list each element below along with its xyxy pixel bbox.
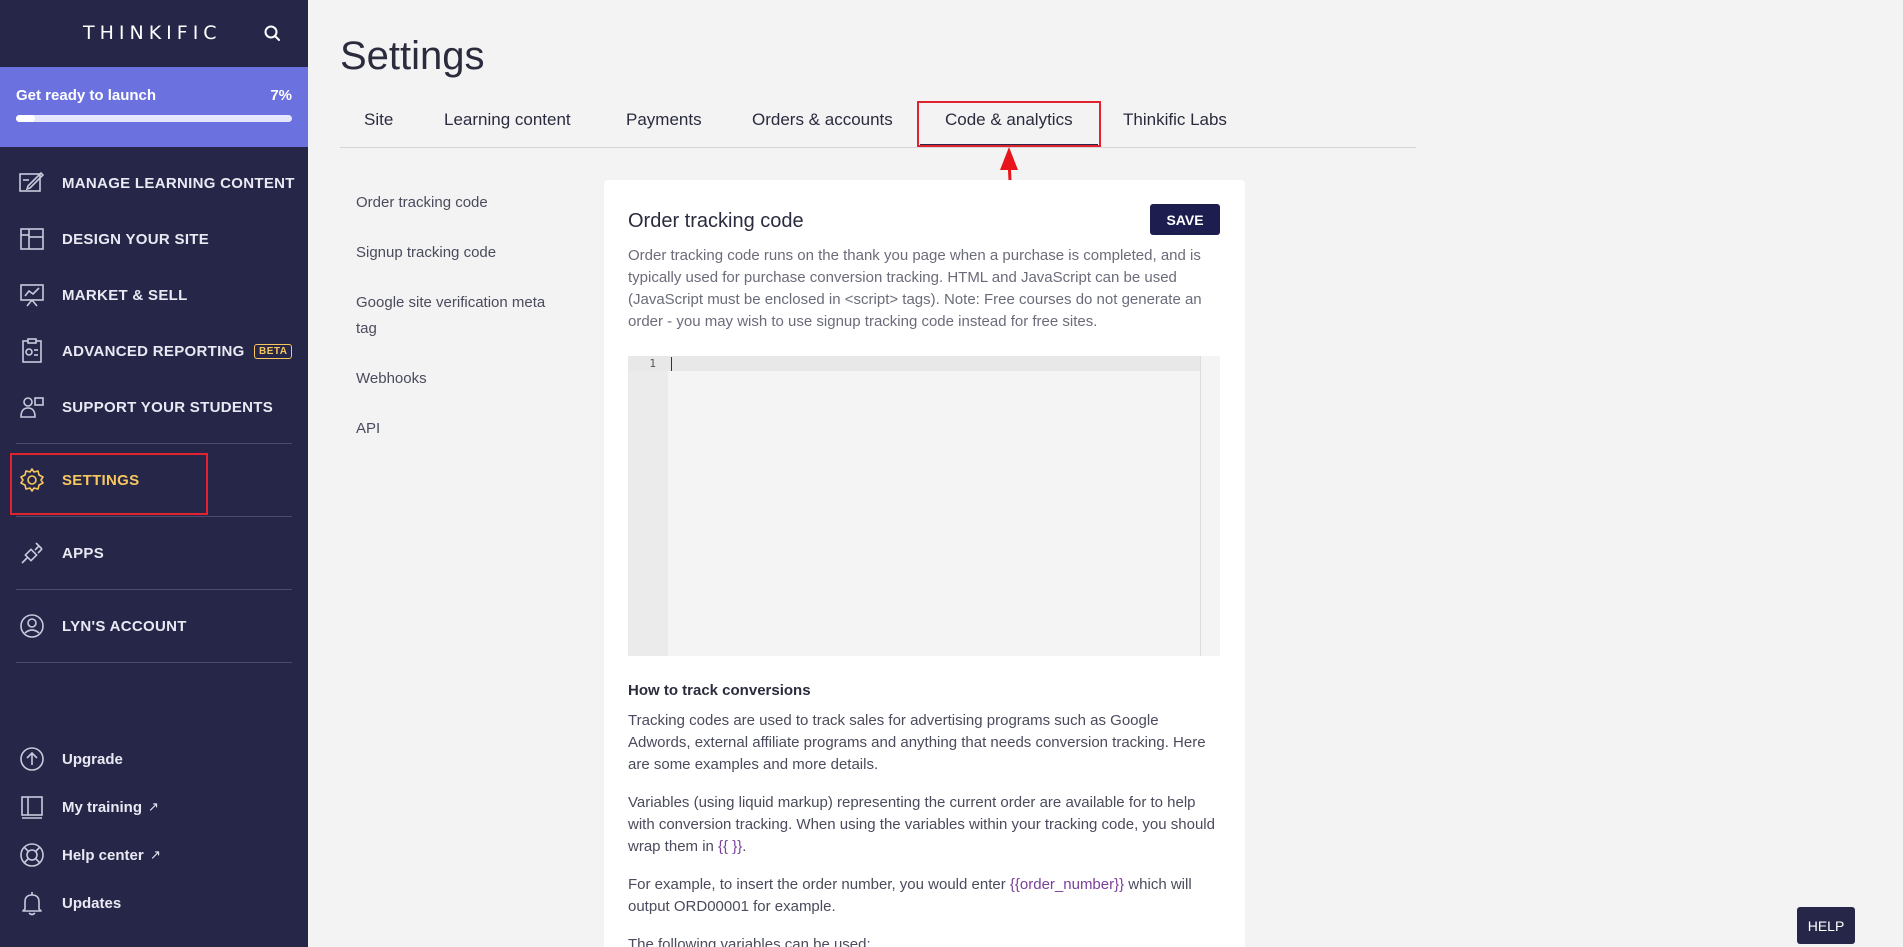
paragraph-variables: Variables (using liquid markup) represen… xyxy=(628,792,1220,858)
user-circle-icon xyxy=(20,614,44,638)
nav-label: Help center xyxy=(62,846,144,864)
nav-label: MARKET & SELL xyxy=(62,286,188,304)
tab-site[interactable]: Site xyxy=(364,110,393,130)
nav-label: APPS xyxy=(62,544,105,562)
help-button[interactable]: HELP xyxy=(1797,907,1855,944)
nav-label: My training xyxy=(62,798,143,816)
students-icon xyxy=(20,397,44,418)
nav-support-your-students[interactable]: SUPPORT YOUR STUDENTS xyxy=(0,382,308,432)
tab-orders-accounts[interactable]: Orders & accounts xyxy=(752,110,893,130)
layout-icon xyxy=(20,228,44,250)
nav-design-your-site[interactable]: DESIGN YOUR SITE xyxy=(0,214,308,264)
text-run: Variables (using liquid markup) represen… xyxy=(628,794,1215,855)
subnav-google-verification[interactable]: Google site verification meta tag xyxy=(356,290,556,342)
nav-help-center[interactable]: Help center ↗ xyxy=(0,835,308,875)
line-number: 1 xyxy=(649,357,656,370)
settings-highlight-box xyxy=(10,453,208,515)
nav-my-training[interactable]: My training ↗ xyxy=(0,787,308,827)
sidebar-divider xyxy=(16,589,292,590)
page-title: Settings xyxy=(340,34,485,78)
launch-progress-bar xyxy=(16,115,292,122)
sidebar-divider xyxy=(16,516,292,517)
subnav-signup-tracking-code[interactable]: Signup tracking code xyxy=(356,240,556,266)
tab-thinkific-labs[interactable]: Thinkific Labs xyxy=(1123,110,1227,130)
code-editor[interactable]: 1 xyxy=(628,356,1220,656)
card-title: Order tracking code xyxy=(628,210,804,232)
nav-label: ADVANCED REPORTING xyxy=(62,342,245,360)
launch-label: Get ready to launch xyxy=(16,87,157,104)
code-snippet: {{order_number}} xyxy=(1009,876,1125,893)
paragraph-tracking-codes: Tracking codes are used to track sales f… xyxy=(628,712,1206,773)
book-icon xyxy=(21,796,43,819)
paragraph-example: For example, to insert the order number,… xyxy=(628,874,1220,918)
arrow-up-circle-icon xyxy=(20,747,44,771)
nav-label: LYN'S ACCOUNT xyxy=(62,617,187,635)
plug-icon xyxy=(21,542,43,564)
nav-advanced-reporting[interactable]: ADVANCED REPORTING BETA xyxy=(0,326,308,376)
external-link-icon: ↗ xyxy=(148,799,159,814)
beta-badge: BETA xyxy=(254,343,293,359)
search-icon[interactable] xyxy=(262,23,284,45)
nav-label: DESIGN YOUR SITE xyxy=(62,230,210,248)
edit-content-icon xyxy=(19,171,45,192)
paragraph-variables-list-intro: The following variables can be used: xyxy=(628,936,871,947)
nav-market-and-sell[interactable]: MARKET & SELL xyxy=(0,270,308,320)
settings-tabs: Site Learning content Payments Orders & … xyxy=(340,100,1416,148)
external-link-icon: ↗ xyxy=(150,847,161,862)
text-run: For example, to insert the order number,… xyxy=(628,876,1010,893)
sidebar-divider xyxy=(16,443,292,444)
launch-percent: 7% xyxy=(270,87,292,104)
nav-apps[interactable]: APPS xyxy=(0,528,308,578)
editor-scrollbar[interactable] xyxy=(1200,356,1220,656)
nav-label: Upgrade xyxy=(62,750,123,768)
nav-upgrade[interactable]: Upgrade xyxy=(0,739,308,779)
tab-highlight-box xyxy=(917,101,1101,147)
tab-payments[interactable]: Payments xyxy=(626,110,702,130)
text-caret xyxy=(671,357,672,371)
editor-gutter xyxy=(628,356,668,656)
thinkific-logo[interactable]: THINKIFIC xyxy=(83,22,222,44)
presentation-chart-icon xyxy=(20,284,44,307)
nav-manage-learning-content[interactable]: MANAGE LEARNING CONTENT xyxy=(0,158,308,208)
section-title: How to track conversions xyxy=(628,682,811,699)
text-run: . xyxy=(742,838,747,855)
launch-progress-card[interactable]: Get ready to launch 7% xyxy=(0,67,308,147)
sidebar-divider xyxy=(16,662,292,663)
save-button[interactable]: SAVE xyxy=(1150,204,1220,235)
subnav-order-tracking-code[interactable]: Order tracking code xyxy=(356,190,556,216)
code-input-area[interactable] xyxy=(668,356,1199,656)
code-snippet: {{ }} xyxy=(718,838,743,855)
launch-progress-fill xyxy=(16,115,36,122)
bell-icon xyxy=(22,892,42,916)
nav-label: MANAGE LEARNING CONTENT xyxy=(62,174,295,192)
order-tracking-card: Order tracking code SAVE Order tracking … xyxy=(604,180,1245,947)
subnav-webhooks[interactable]: Webhooks xyxy=(356,366,556,392)
report-icon xyxy=(22,338,42,363)
sidebar: THINKIFIC Get ready to launch 7% MANAGE … xyxy=(0,0,308,947)
brand-row: THINKIFIC xyxy=(0,0,308,67)
nav-label: SUPPORT YOUR STUDENTS xyxy=(62,398,274,416)
nav-account[interactable]: LYN'S ACCOUNT xyxy=(0,601,308,651)
nav-updates[interactable]: Updates xyxy=(0,883,308,923)
subnav-api[interactable]: API xyxy=(356,416,556,442)
lifebuoy-icon xyxy=(20,843,44,867)
tab-learning-content[interactable]: Learning content xyxy=(444,110,571,130)
card-description: Order tracking code runs on the thank yo… xyxy=(628,247,1202,330)
nav-label: Updates xyxy=(62,894,122,912)
